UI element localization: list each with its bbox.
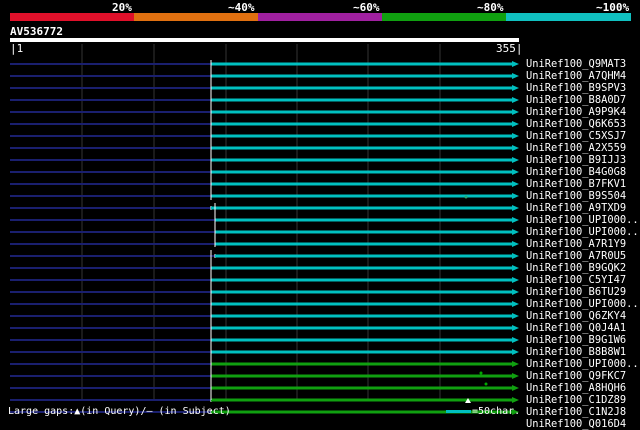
- hit-label[interactable]: UniRef100_A7R1Y9: [526, 238, 640, 250]
- hit-bar-arrow: [512, 181, 519, 187]
- hit-bar-arrow: [512, 241, 519, 247]
- hit-label[interactable]: UniRef100_B6TU29: [526, 286, 640, 298]
- hit-bar-arrow: [512, 289, 519, 295]
- hit-bar-arrow: [512, 325, 519, 331]
- hit-bar-arrow: [512, 193, 519, 199]
- hit-bar-arrow: [512, 109, 519, 115]
- hit-label[interactable]: UniRef100_Q9MAT3: [526, 58, 640, 70]
- hit-label[interactable]: UniRef100_A2X559: [526, 142, 640, 154]
- hit-bar-arrow: [512, 265, 519, 271]
- hit-bar-arrow: [512, 205, 519, 211]
- hit-label[interactable]: UniRef100_UPI000..: [526, 226, 640, 238]
- hit-label[interactable]: UniRef100_B8A0D7: [526, 94, 640, 106]
- hit-bar-arrow: [512, 169, 519, 175]
- hit-label[interactable]: UniRef100_C1DZ89: [526, 394, 640, 406]
- hit-bar-arrow: [512, 337, 519, 343]
- hit-label[interactable]: UniRef100_Q016D4: [526, 418, 640, 430]
- hit-label[interactable]: UniRef100_UPI000..: [526, 298, 640, 310]
- scale-legend: =50char.: [446, 406, 520, 417]
- hit-bar-arrow: [512, 361, 519, 367]
- hit-label[interactable]: UniRef100_C5XSJ7: [526, 130, 640, 142]
- hit-bar-arrow: [512, 217, 519, 223]
- hit-bar-arrow: [512, 373, 519, 379]
- hit-label[interactable]: UniRef100_B7FKV1: [526, 178, 640, 190]
- gap-marker: [484, 382, 488, 386]
- hit-label[interactable]: UniRef100_Q6K653: [526, 118, 640, 130]
- hit-label[interactable]: UniRef100_B9SPV3: [526, 82, 640, 94]
- hit-bar-arrow: [512, 397, 519, 403]
- large-gaps-legend: Large gaps:▲(in Query)/– (in Subject): [8, 406, 231, 417]
- hit-label[interactable]: UniRef100_A8HQH6: [526, 382, 640, 394]
- hit-label[interactable]: UniRef100_Q6ZKY4: [526, 310, 640, 322]
- hit-bar-arrow: [512, 385, 519, 391]
- hit-bar-arrow: [512, 301, 519, 307]
- hit-bar-arrow: [512, 145, 519, 151]
- hit-label[interactable]: UniRef100_B9IJJ3: [526, 154, 640, 166]
- hit-label[interactable]: UniRef100_B9S504: [526, 190, 640, 202]
- hit-label[interactable]: UniRef100_UPI000..: [526, 358, 640, 370]
- hit-bar-arrow: [512, 277, 519, 283]
- gap-marker: [464, 195, 468, 199]
- hit-label[interactable]: UniRef100_Q0J4A1: [526, 322, 640, 334]
- hit-label[interactable]: UniRef100_B8B8W1: [526, 346, 640, 358]
- hit-label[interactable]: UniRef100_A9TXD9: [526, 202, 640, 214]
- hit-bar-arrow: [512, 349, 519, 355]
- hit-bar-arrow: [512, 313, 519, 319]
- hit-label[interactable]: UniRef100_B9G1W6: [526, 334, 640, 346]
- hit-bar-arrow: [512, 61, 519, 67]
- gap-marker: [479, 371, 483, 375]
- hit-label[interactable]: UniRef100_C1N2J8: [526, 406, 640, 418]
- hit-label[interactable]: UniRef100_A9P9K4: [526, 106, 640, 118]
- hit-label-list: UniRef100_Q9MAT3 UniRef100_A7QHM4 UniRef10…: [526, 58, 640, 430]
- hit-bar-arrow: [512, 157, 519, 163]
- hit-label[interactable]: UniRef100_B9GQK2: [526, 262, 640, 274]
- hit-bar-arrow: [512, 73, 519, 79]
- hit-label[interactable]: UniRef100_UPI000..: [526, 214, 640, 226]
- hit-bar-arrow: [512, 97, 519, 103]
- hit-bar-arrow: [512, 85, 519, 91]
- hit-label[interactable]: UniRef100_A7R0U5: [526, 250, 640, 262]
- hit-bar-arrow: [512, 229, 519, 235]
- hit-label[interactable]: UniRef100_Q9FKC7: [526, 370, 640, 382]
- scale-text: =50char.: [472, 406, 521, 417]
- hit-label[interactable]: UniRef100_A7QHM4: [526, 70, 640, 82]
- hit-label[interactable]: UniRef100_C5YI47: [526, 274, 640, 286]
- hit-bar-arrow: [512, 133, 519, 139]
- hit-bar-arrow: [512, 253, 519, 259]
- hit-bar-arrow: [512, 121, 519, 127]
- scale-bar: [446, 409, 471, 413]
- hit-label[interactable]: UniRef100_B4G0G8: [526, 166, 640, 178]
